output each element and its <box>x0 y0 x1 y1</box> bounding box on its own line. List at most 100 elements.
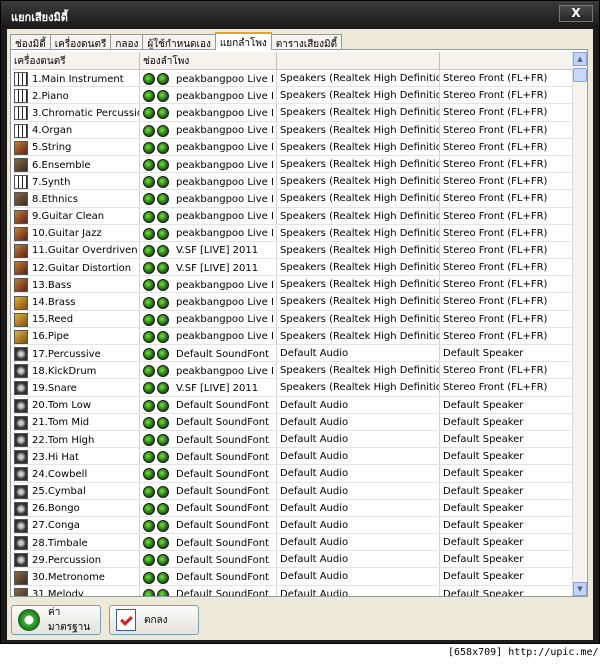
table-row[interactable]: 30.Metronome Default SoundFont Default Aud… <box>13 568 573 586</box>
table-row[interactable]: 24.Cowbell Default SoundFont Default Audio… <box>13 465 573 483</box>
led-pair[interactable] <box>143 537 171 550</box>
speaker-cell[interactable]: Default Speaker <box>440 499 573 516</box>
led-pair[interactable] <box>143 244 171 257</box>
speaker-cell[interactable]: Stereo Front (FL+FR) <box>440 293 573 310</box>
table-row[interactable]: 23.Hi Hat Default SoundFont Default Audio D… <box>13 448 573 466</box>
soundfont-cell[interactable]: peakbangpoo Live Mix \ <box>140 207 277 224</box>
audio-device-cell[interactable]: Speakers (Realtek High Definition Au <box>277 310 440 327</box>
vertical-scrollbar[interactable]: ▲ ▼ <box>572 52 587 596</box>
speaker-cell[interactable]: Default Speaker <box>440 551 573 568</box>
soundfont-cell[interactable]: Default SoundFont <box>140 585 277 596</box>
led-pair[interactable] <box>143 588 171 596</box>
soundfont-cell[interactable]: peakbangpoo Live Mix \ <box>140 362 277 379</box>
led-pair[interactable] <box>143 502 171 515</box>
speaker-cell[interactable]: Stereo Front (FL+FR) <box>440 259 573 276</box>
soundfont-cell[interactable]: Default SoundFont <box>140 516 277 534</box>
audio-device-cell[interactable]: Speakers (Realtek High Definition Au <box>277 327 440 344</box>
header-device[interactable] <box>277 52 440 69</box>
table-row[interactable]: 27.Conga Default SoundFont Default Audio De… <box>13 516 573 535</box>
table-row[interactable]: 13.Bass peakbangpoo Live Mix \ Speakers (R… <box>13 276 573 294</box>
table-row[interactable]: 2.Piano peakbangpoo Live Mix \ Speakers (R… <box>13 87 573 105</box>
soundfont-cell[interactable]: peakbangpoo Live Mix \ <box>140 87 277 104</box>
table-row[interactable]: 1.Main Instrument peakbangpoo Live Mix \ S… <box>13 70 573 88</box>
audio-device-cell[interactable]: Speakers (Realtek High Definition Au <box>277 276 440 293</box>
table-row[interactable]: 5.String peakbangpoo Live Mix \ Speakers (… <box>13 138 573 156</box>
led-pair[interactable] <box>143 554 171 567</box>
soundfont-cell[interactable]: Default SoundFont <box>140 499 277 516</box>
led-pair[interactable] <box>143 451 171 464</box>
led-pair[interactable] <box>143 90 171 103</box>
header-instrument[interactable]: เครื่องดนตรี <box>13 52 140 69</box>
soundfont-cell[interactable]: peakbangpoo Live Mix \ <box>140 310 277 327</box>
led-pair[interactable] <box>143 193 171 206</box>
soundfont-cell[interactable]: Default SoundFont <box>140 534 277 551</box>
speaker-cell[interactable]: Default Speaker <box>440 516 573 534</box>
soundfont-cell[interactable]: peakbangpoo Live Mix \ <box>140 104 277 121</box>
audio-device-cell[interactable]: Default Audio <box>277 534 440 551</box>
speaker-cell[interactable]: Default Speaker <box>440 585 573 596</box>
speaker-cell[interactable]: Stereo Front (FL+FR) <box>440 224 573 241</box>
audio-device-cell[interactable]: Default Audio <box>277 551 440 568</box>
soundfont-cell[interactable]: Default SoundFont <box>140 568 277 585</box>
speaker-cell[interactable]: Default Speaker <box>440 448 573 465</box>
audio-device-cell[interactable]: Speakers (Realtek High Definition Au <box>277 224 440 241</box>
table-row[interactable]: 16.Pipe peakbangpoo Live Mix \ Speakers (R… <box>13 327 573 345</box>
speaker-cell[interactable]: Stereo Front (FL+FR) <box>440 173 573 190</box>
default-settings-button[interactable]: ค่ามาตรฐาน <box>11 605 101 635</box>
soundfont-cell[interactable]: Default SoundFont <box>140 430 277 448</box>
ok-button[interactable]: ตกลง <box>109 605 199 635</box>
tab-2[interactable]: กลอง <box>110 34 144 50</box>
tab-5[interactable]: ตารางเสียงมิดี้ <box>270 34 343 50</box>
led-pair[interactable] <box>143 176 171 189</box>
speaker-cell[interactable]: Default Speaker <box>440 482 573 499</box>
speaker-cell[interactable]: Stereo Front (FL+FR) <box>440 276 573 293</box>
led-pair[interactable] <box>143 73 171 86</box>
soundfont-cell[interactable]: peakbangpoo Live Mix \ <box>140 155 277 173</box>
led-pair[interactable] <box>143 313 171 326</box>
table-row[interactable]: 21.Tom Mid Default SoundFont Default Audio… <box>13 413 573 431</box>
audio-device-cell[interactable]: Default Audio <box>277 345 440 362</box>
audio-device-cell[interactable]: Default Audio <box>277 516 440 534</box>
header-speaker[interactable] <box>440 52 573 69</box>
soundfont-cell[interactable]: peakbangpoo Live Mix \ <box>140 293 277 310</box>
table-row[interactable]: 25.Cymbal Default SoundFont Default Audio D… <box>13 482 573 500</box>
audio-device-cell[interactable]: Speakers (Realtek High Definition Au <box>277 104 440 121</box>
table-row[interactable]: 19.Snare V.SF [LIVE] 2011 Speakers (Realte… <box>13 379 573 397</box>
table-row[interactable]: 14.Brass peakbangpoo Live Mix \ Speakers (… <box>13 293 573 311</box>
tab-3[interactable]: ผู้ใช้กำหนดเอง <box>142 34 216 50</box>
speaker-cell[interactable]: Stereo Front (FL+FR) <box>440 155 573 173</box>
audio-device-cell[interactable]: Speakers (Realtek High Definition Au <box>277 241 440 259</box>
audio-device-cell[interactable]: Default Audio <box>277 413 440 430</box>
audio-device-cell[interactable]: Default Audio <box>277 448 440 465</box>
audio-device-cell[interactable]: Speakers (Realtek High Definition Au <box>277 362 440 379</box>
table-row[interactable]: 31.Melody Default SoundFont Default Audio D… <box>13 585 573 596</box>
soundfont-cell[interactable]: peakbangpoo Live Mix \ <box>140 224 277 241</box>
soundfont-cell[interactable]: Default SoundFont <box>140 482 277 499</box>
scroll-up-arrow-icon[interactable]: ▲ <box>573 52 587 66</box>
table-row[interactable]: 4.Organ peakbangpoo Live Mix \ Speakers (R… <box>13 121 573 139</box>
tab-4[interactable]: แยกลำโพง <box>214 32 272 50</box>
speaker-cell[interactable]: Stereo Front (FL+FR) <box>440 121 573 138</box>
led-pair[interactable] <box>143 330 171 343</box>
led-pair[interactable] <box>143 485 171 498</box>
speaker-cell[interactable]: Stereo Front (FL+FR) <box>440 207 573 224</box>
table-row[interactable]: 9.Guitar Clean peakbangpoo Live Mix \ Spea… <box>13 207 573 225</box>
led-pair[interactable] <box>143 365 171 378</box>
speaker-cell[interactable]: Default Speaker <box>440 534 573 551</box>
soundfont-cell[interactable]: Default SoundFont <box>140 465 277 482</box>
speaker-cell[interactable]: Default Speaker <box>440 413 573 430</box>
audio-device-cell[interactable]: Default Audio <box>277 465 440 482</box>
audio-device-cell[interactable]: Speakers (Realtek High Definition Au <box>277 259 440 276</box>
table-row[interactable]: 12.Guitar Distortion V.SF [LIVE] 2011 Spea… <box>13 259 573 277</box>
table-row[interactable]: 20.Tom Low Default SoundFont Default Audio… <box>13 396 573 414</box>
speaker-cell[interactable]: Stereo Front (FL+FR) <box>440 310 573 327</box>
soundfont-cell[interactable]: peakbangpoo Live Mix \ <box>140 276 277 293</box>
table-row[interactable]: 7.Synth peakbangpoo Live Mix \ Speakers (R… <box>13 173 573 191</box>
led-pair[interactable] <box>143 434 171 447</box>
table-row[interactable]: 29.Percussion Default SoundFont Default Au… <box>13 551 573 569</box>
table-row[interactable]: 26.Bongo Default SoundFont Default Audio De… <box>13 499 573 517</box>
speaker-cell[interactable]: Stereo Front (FL+FR) <box>440 104 573 121</box>
soundfont-cell[interactable]: peakbangpoo Live Mix \ <box>140 190 277 207</box>
speaker-cell[interactable]: Stereo Front (FL+FR) <box>440 362 573 379</box>
table-row[interactable]: 6.Ensemble peakbangpoo Live Mix \ Speakers… <box>13 155 573 174</box>
